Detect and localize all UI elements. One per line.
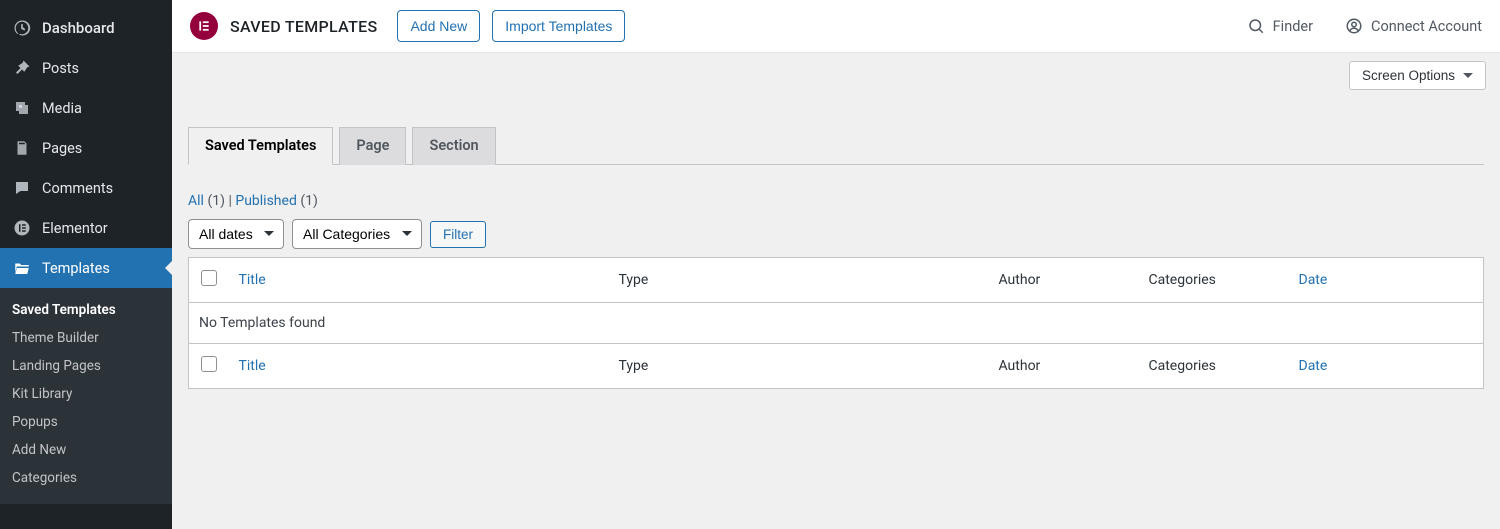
connect-account-link[interactable]: Connect Account <box>1345 17 1482 35</box>
finder-link[interactable]: Finder <box>1247 17 1313 35</box>
sidebar-item-label: Templates <box>42 260 110 277</box>
select-all-checkbox-footer[interactable] <box>201 356 217 372</box>
col-date[interactable]: Date <box>1299 272 1328 288</box>
col-type-footer: Type <box>619 358 649 374</box>
col-title-footer[interactable]: Title <box>239 358 266 374</box>
gauge-icon <box>12 18 32 38</box>
empty-message: No Templates found <box>189 303 1484 344</box>
submenu-item-popups[interactable]: Popups <box>0 408 172 436</box>
page-title: SAVED TEMPLATES <box>230 17 377 36</box>
add-new-button[interactable]: Add New <box>397 10 480 42</box>
col-date-footer[interactable]: Date <box>1299 358 1328 374</box>
sidebar-item-posts[interactable]: Posts <box>0 48 172 88</box>
submenu-item-categories[interactable]: Categories <box>0 464 172 492</box>
pin-icon <box>12 58 32 78</box>
col-author-footer: Author <box>999 358 1041 374</box>
sidebar-item-label: Pages <box>42 140 82 157</box>
submenu-item-landing-pages[interactable]: Landing Pages <box>0 352 172 380</box>
categories-select[interactable]: All Categories <box>292 219 422 249</box>
col-categories-footer: Categories <box>1149 358 1216 374</box>
table-header-row: Title Type Author Categories Date <box>189 258 1484 303</box>
sidebar-item-label: Dashboard <box>42 19 115 37</box>
media-icon <box>12 98 32 118</box>
status-all-link[interactable]: All <box>188 193 204 209</box>
template-tabs: Saved Templates Page Section <box>188 126 1484 165</box>
sidebar-item-templates[interactable]: Templates <box>0 248 172 288</box>
filter-button[interactable]: Filter <box>430 221 486 248</box>
user-circle-icon <box>1345 17 1363 35</box>
elementor-icon <box>12 218 32 238</box>
select-all-checkbox[interactable] <box>201 270 217 286</box>
sidebar-item-label: Media <box>42 100 82 117</box>
page-header: SAVED TEMPLATES Add New Import Templates… <box>172 0 1500 53</box>
folder-open-icon <box>12 258 32 278</box>
sidebar-submenu: Saved Templates Theme Builder Landing Pa… <box>0 288 172 504</box>
sidebar-item-label: Posts <box>42 60 79 77</box>
finder-label: Finder <box>1273 18 1313 35</box>
filter-row: All dates All Categories Filter <box>188 219 1484 249</box>
dates-select[interactable]: All dates <box>188 219 284 249</box>
sidebar-item-media[interactable]: Media <box>0 88 172 128</box>
screen-options-label: Screen Options <box>1362 68 1455 83</box>
col-type: Type <box>619 272 649 288</box>
templates-table: Title Type Author Categories Date No Tem… <box>188 257 1484 389</box>
main-area: SAVED TEMPLATES Add New Import Templates… <box>172 0 1500 529</box>
screen-options-button[interactable]: Screen Options <box>1349 61 1486 90</box>
caret-down-icon <box>1463 73 1473 83</box>
submenu-item-saved-templates[interactable]: Saved Templates <box>0 296 172 324</box>
sidebar-item-comments[interactable]: Comments <box>0 168 172 208</box>
search-icon <box>1247 17 1265 35</box>
col-categories: Categories <box>1149 272 1216 288</box>
submenu-item-theme-builder[interactable]: Theme Builder <box>0 324 172 352</box>
sidebar-item-elementor[interactable]: Elementor <box>0 208 172 248</box>
status-published-link[interactable]: Published <box>235 193 296 209</box>
sidebar-item-label: Comments <box>42 180 113 197</box>
connect-account-label: Connect Account <box>1371 18 1482 35</box>
status-filter: All (1) | Published (1) <box>188 193 1484 209</box>
sidebar-item-pages[interactable]: Pages <box>0 128 172 168</box>
status-published-count: (1) <box>300 193 318 209</box>
col-author: Author <box>999 272 1041 288</box>
submenu-item-add-new[interactable]: Add New <box>0 436 172 464</box>
admin-sidebar: Dashboard Posts Media Pages <box>0 0 172 529</box>
col-title[interactable]: Title <box>239 272 266 288</box>
tab-page[interactable]: Page <box>339 127 406 165</box>
table-footer-row: Title Type Author Categories Date <box>189 344 1484 389</box>
page-icon <box>12 138 32 158</box>
sidebar-item-label: Elementor <box>42 220 108 237</box>
elementor-logo-icon <box>190 12 218 40</box>
status-all-count: (1) <box>207 193 225 209</box>
comment-icon <box>12 178 32 198</box>
table-empty-row: No Templates found <box>189 303 1484 344</box>
tab-section[interactable]: Section <box>412 127 495 165</box>
tab-saved-templates[interactable]: Saved Templates <box>188 127 333 165</box>
submenu-item-kit-library[interactable]: Kit Library <box>0 380 172 408</box>
sidebar-item-dashboard[interactable]: Dashboard <box>0 8 172 48</box>
import-templates-button[interactable]: Import Templates <box>492 10 625 42</box>
